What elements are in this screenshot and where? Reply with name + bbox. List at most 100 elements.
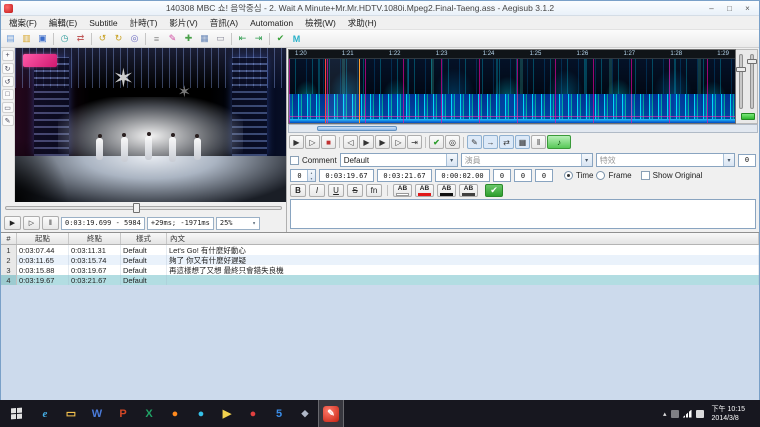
video-zoom-select[interactable]: 25%▾ <box>216 217 260 230</box>
outline-color-button[interactable]: AB <box>437 184 456 197</box>
menu-file[interactable]: 檔案(F) <box>3 17 43 29</box>
new-subtitles-icon[interactable]: ▤ <box>3 31 18 46</box>
spell-checker-icon[interactable]: ✔ <box>273 31 288 46</box>
play-after-selection-button[interactable]: ▷ <box>391 135 406 149</box>
menu-video[interactable]: 影片(V) <box>163 17 203 29</box>
audio-volume-slider[interactable] <box>750 54 754 109</box>
frame-radio[interactable] <box>596 171 605 180</box>
underline-button[interactable]: U <box>328 184 344 197</box>
title-bar[interactable]: 140308 MBC 쇼! 음악중심 - 2. Wait A Minute+Mr… <box>1 1 759 16</box>
zoom-slider-thumb[interactable] <box>736 67 746 72</box>
duration-field[interactable]: 0:00:02.00 <box>435 169 490 182</box>
auto-next-line-toggle[interactable]: → <box>483 135 498 149</box>
style-select[interactable]: Default▾ <box>340 153 458 167</box>
open-subtitles-icon[interactable]: ▥ <box>19 31 34 46</box>
font-button[interactable]: fn <box>366 184 382 197</box>
kmplayer-icon[interactable]: ◆ <box>292 400 318 427</box>
start-time-field[interactable]: 0:03:19.67 <box>319 169 374 182</box>
vector-clip-tool-icon[interactable]: ✎ <box>2 115 14 126</box>
menu-help[interactable]: 求助(H) <box>342 17 383 29</box>
rotate-xy-tool-icon[interactable]: ↺ <box>2 76 14 87</box>
play-line-button[interactable]: ▷ <box>305 135 320 149</box>
find-replace-icon[interactable]: ◎ <box>127 31 142 46</box>
redo-icon[interactable]: ↻ <box>111 31 126 46</box>
menu-subtitle[interactable]: Subtitle <box>83 18 123 28</box>
audio-scrollbar[interactable] <box>288 124 758 133</box>
snap-start-to-video-icon[interactable]: ⇤ <box>235 31 250 46</box>
rotate-z-tool-icon[interactable]: ↻ <box>2 63 14 74</box>
video-pause-button[interactable]: ‖ <box>42 216 59 230</box>
volume-slider-thumb[interactable] <box>747 59 757 64</box>
media-player-icon[interactable]: ● <box>240 400 266 427</box>
tray-notification-icon[interactable] <box>671 410 679 418</box>
spin-down-icon[interactable]: ▾ <box>308 176 315 182</box>
start-button[interactable] <box>0 400 32 427</box>
shadow-color-button[interactable]: AB <box>459 184 478 197</box>
commit-button[interactable]: ✔ <box>485 184 503 197</box>
vertical-link-toggle[interactable]: ‖ <box>531 135 546 149</box>
menu-edit[interactable]: 編輯(E) <box>43 17 83 29</box>
network-icon[interactable] <box>683 410 692 418</box>
stop-button[interactable]: ■ <box>321 135 336 149</box>
audio-spectrogram[interactable] <box>289 59 735 123</box>
subtitle-row[interactable]: 2 0:03:11.65 0:03:15.74 Default 夠了 你又有什麼… <box>1 255 759 265</box>
drag-tool-icon[interactable]: + <box>2 50 14 61</box>
layer-spinner[interactable]: 0▴▾ <box>290 169 316 182</box>
subtitle-text-input[interactable] <box>290 199 756 229</box>
menu-audio[interactable]: 音訊(A) <box>204 17 244 29</box>
styles-manager-icon[interactable]: ✎ <box>165 31 180 46</box>
secondary-color-button[interactable]: AB <box>415 184 434 197</box>
qq-icon[interactable]: ● <box>188 400 214 427</box>
save-subtitles-icon[interactable]: ▣ <box>35 31 50 46</box>
video-seek-slider[interactable] <box>5 206 282 210</box>
actor-combo[interactable]: 演員▾ <box>461 153 593 167</box>
shift-times-icon[interactable]: ⇄ <box>73 31 88 46</box>
strikeout-button[interactable]: S <box>347 184 363 197</box>
end-time-field[interactable]: 0:03:21.67 <box>377 169 432 182</box>
menu-timing[interactable]: 計時(T) <box>124 17 164 29</box>
subtitle-row[interactable]: 3 0:03:15.88 0:03:19.67 Default 再這樣想了又想 … <box>1 265 759 275</box>
menu-view[interactable]: 檢視(W) <box>299 17 342 29</box>
video-display[interactable] <box>15 48 286 202</box>
time-radio[interactable] <box>564 171 573 180</box>
commit-changes-button[interactable]: ✔ <box>429 135 444 149</box>
bold-button[interactable]: B <box>290 184 306 197</box>
word-icon[interactable]: W <box>84 400 110 427</box>
ime-indicator[interactable] <box>696 410 704 418</box>
auto-commit-toggle[interactable]: ✎ <box>467 135 482 149</box>
maximize-button[interactable]: □ <box>721 2 738 14</box>
play-last-500ms-button[interactable]: ▶ <box>375 135 390 149</box>
minimize-button[interactable]: – <box>703 2 720 14</box>
excel-icon[interactable]: X <box>136 400 162 427</box>
aegisub-taskbar-button[interactable]: ✎ <box>318 400 344 427</box>
show-original-checkbox[interactable] <box>641 171 650 180</box>
jump-to-time-icon[interactable]: ◷ <box>57 31 72 46</box>
select-lines-icon[interactable]: ▦ <box>197 31 212 46</box>
video-play-button[interactable]: ▶ <box>4 216 21 230</box>
comment-checkbox[interactable] <box>290 156 299 165</box>
subtitle-row[interactable]: 1 0:03:07.44 0:03:11.31 Default Let's Go… <box>1 245 759 255</box>
subtitle-row-selected[interactable]: 4 0:03:19.67 0:03:21.67 Default <box>1 275 759 285</box>
play-to-end-button[interactable]: ⇥ <box>407 135 422 149</box>
play-selection-button[interactable]: ▶ <box>289 135 304 149</box>
play-before-selection-button[interactable]: ◁ <box>343 135 358 149</box>
audio-vertical-zoom-slider[interactable] <box>739 54 743 109</box>
effect-combo[interactable]: 特效▾ <box>596 153 735 167</box>
tray-caret-icon[interactable]: ▴ <box>663 410 667 418</box>
properties-icon[interactable]: ≡ <box>149 31 164 46</box>
margin-right-field[interactable]: 0 <box>514 169 532 182</box>
ie-icon[interactable]: e <box>32 400 58 427</box>
attachments-icon[interactable]: ✚ <box>181 31 196 46</box>
browser-icon[interactable]: 5 <box>266 400 292 427</box>
karaoke-mode-toggle[interactable]: ♪ <box>547 135 571 149</box>
play-first-500ms-button[interactable]: ▶ <box>359 135 374 149</box>
potplayer-icon[interactable]: ▶ <box>214 400 240 427</box>
auto-scroll-toggle[interactable]: ⇄ <box>499 135 514 149</box>
audio-scrollbar-thumb[interactable] <box>317 126 397 131</box>
spectrum-mode-toggle[interactable]: ▦ <box>515 135 530 149</box>
video-play-line-button[interactable]: ▷ <box>23 216 40 230</box>
powerpoint-icon[interactable]: P <box>110 400 136 427</box>
scale-tool-icon[interactable]: □ <box>2 89 14 100</box>
italic-button[interactable]: I <box>309 184 325 197</box>
video-seek-thumb[interactable] <box>133 203 140 213</box>
